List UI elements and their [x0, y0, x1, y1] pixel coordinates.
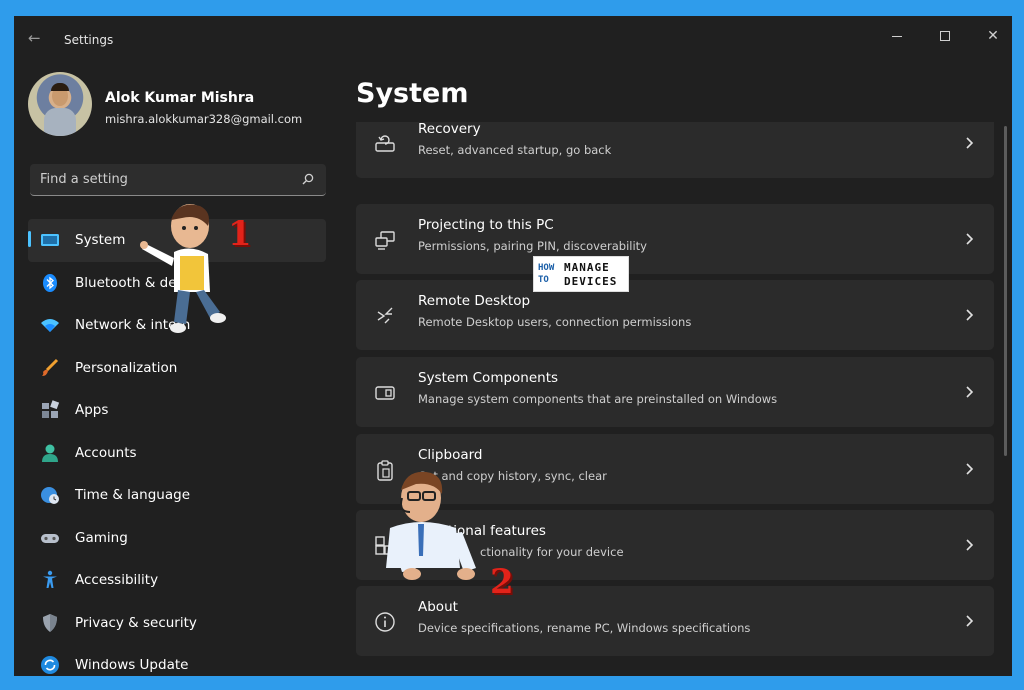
chevron-right-icon — [966, 309, 974, 321]
card-system-components[interactable]: System Components Manage system componen… — [356, 357, 994, 427]
back-arrow-icon[interactable]: ← — [28, 30, 48, 46]
logo-devices-text: DEVICES — [564, 275, 618, 288]
remote-desktop-icon — [377, 307, 393, 324]
close-button[interactable]: ✕ — [970, 22, 1012, 50]
card-title: Recovery — [418, 122, 481, 137]
card-recovery[interactable]: Recovery Reset, advanced startup, go bac… — [356, 122, 994, 178]
card-subtitle: Permissions, pairing PIN, discoverabilit… — [418, 239, 647, 253]
card-subtitle: Reset, advanced startup, go back — [418, 143, 612, 157]
card-title: System Components — [418, 370, 559, 386]
chevron-right-icon — [966, 539, 974, 551]
sidebar-item-time-language[interactable]: Time & language — [28, 474, 326, 517]
recovery-icon — [375, 135, 395, 152]
system-icon — [41, 234, 59, 246]
avatar — [28, 72, 92, 136]
search-icon — [302, 173, 314, 185]
chevron-right-icon — [966, 615, 974, 627]
sidebar-item-label: System — [75, 232, 126, 248]
user-profile[interactable]: Alok Kumar Mishra mishra.alokkumar328@gm… — [28, 72, 328, 142]
info-icon — [375, 612, 395, 632]
sidebar-item-label: Privacy & security — [75, 614, 197, 631]
sidebar-item-gaming[interactable]: Gaming — [28, 517, 326, 560]
projecting-icon — [375, 231, 395, 250]
bluetooth-icon — [43, 273, 57, 292]
sidebar-item-label: Windows Update — [75, 657, 189, 673]
title-bar: ← Settings ✕ — [14, 16, 1012, 62]
mascot-pointing-illustration — [140, 204, 226, 333]
card-remote-desktop[interactable]: Remote Desktop Remote Desktop users, con… — [356, 280, 994, 350]
card-subtitle: Manage system components that are preins… — [418, 392, 778, 406]
accounts-icon — [42, 444, 58, 462]
card-title: About — [418, 599, 458, 615]
sidebar-item-accessibility[interactable]: Accessibility — [28, 559, 326, 602]
logo-how-text: HOW — [538, 263, 555, 273]
mascot-pointing-down-illustration — [386, 471, 476, 580]
sidebar-item-accounts[interactable]: Accounts — [28, 432, 326, 475]
sidebar-item-apps[interactable]: Apps — [28, 389, 326, 432]
chevron-right-icon — [966, 233, 974, 245]
sidebar-item-windows-update[interactable]: Windows Update — [28, 644, 326, 676]
apps-icon — [42, 400, 60, 418]
logo-manage-text: MANAGE — [564, 261, 610, 274]
brush-icon — [42, 358, 59, 376]
card-title: Clipboard — [418, 447, 483, 463]
sidebar-item-privacy-security[interactable]: Privacy & security — [28, 602, 326, 645]
card-title: Remote Desktop — [418, 293, 531, 309]
sidebar-item-label: Personalization — [75, 359, 178, 376]
maximize-button[interactable] — [922, 22, 968, 50]
card-projecting-to-this-pc[interactable]: Projecting to this PC Permissions, pairi… — [356, 204, 994, 274]
shield-icon — [43, 613, 57, 632]
profile-name: Alok Kumar Mishra — [105, 90, 255, 106]
scrollbar[interactable] — [1004, 126, 1007, 456]
globe-clock-icon — [41, 487, 59, 504]
accessibility-icon — [43, 570, 57, 588]
active-indicator — [28, 231, 31, 247]
step-number-1: 1 — [228, 214, 252, 254]
chevron-right-icon — [966, 463, 974, 475]
logo-to-text: TO — [538, 275, 549, 285]
page-title: System — [356, 78, 469, 109]
sidebar-item-label: Time & language — [75, 487, 191, 503]
card-subtitle: Remote Desktop users, connection permiss… — [418, 315, 692, 329]
update-icon — [41, 656, 59, 674]
chevron-right-icon — [966, 386, 974, 398]
search-placeholder: Find a setting — [40, 172, 128, 187]
card-about[interactable]: About Device specifications, rename PC, … — [356, 586, 994, 656]
app-title: Settings — [64, 33, 114, 47]
gamepad-icon — [41, 533, 59, 543]
chevron-right-icon — [966, 137, 974, 149]
search-input[interactable]: Find a setting — [30, 164, 326, 196]
settings-list: Recovery Reset, advanced startup, go bac… — [356, 122, 994, 676]
system-components-icon — [375, 386, 395, 400]
sidebar-item-label: Apps — [75, 402, 109, 418]
wifi-icon — [41, 319, 59, 332]
sidebar-item-personalization[interactable]: Personalization — [28, 347, 326, 390]
sidebar-item-label: Accounts — [75, 444, 137, 461]
card-subtitle: Device specifications, rename PC, Window… — [418, 621, 751, 635]
card-title: Projecting to this PC — [418, 217, 554, 233]
minimize-button[interactable] — [874, 22, 920, 50]
sidebar-item-label: Gaming — [75, 529, 128, 546]
watermark-logo: HOW TO MANAGE DEVICES — [533, 256, 629, 292]
sidebar-item-label: Accessibility — [75, 572, 159, 588]
step-number-2: 2 — [490, 562, 514, 602]
profile-email: mishra.alokkumar328@gmail.com — [105, 112, 303, 126]
card-subtitle: ctionality for your device — [480, 545, 624, 559]
